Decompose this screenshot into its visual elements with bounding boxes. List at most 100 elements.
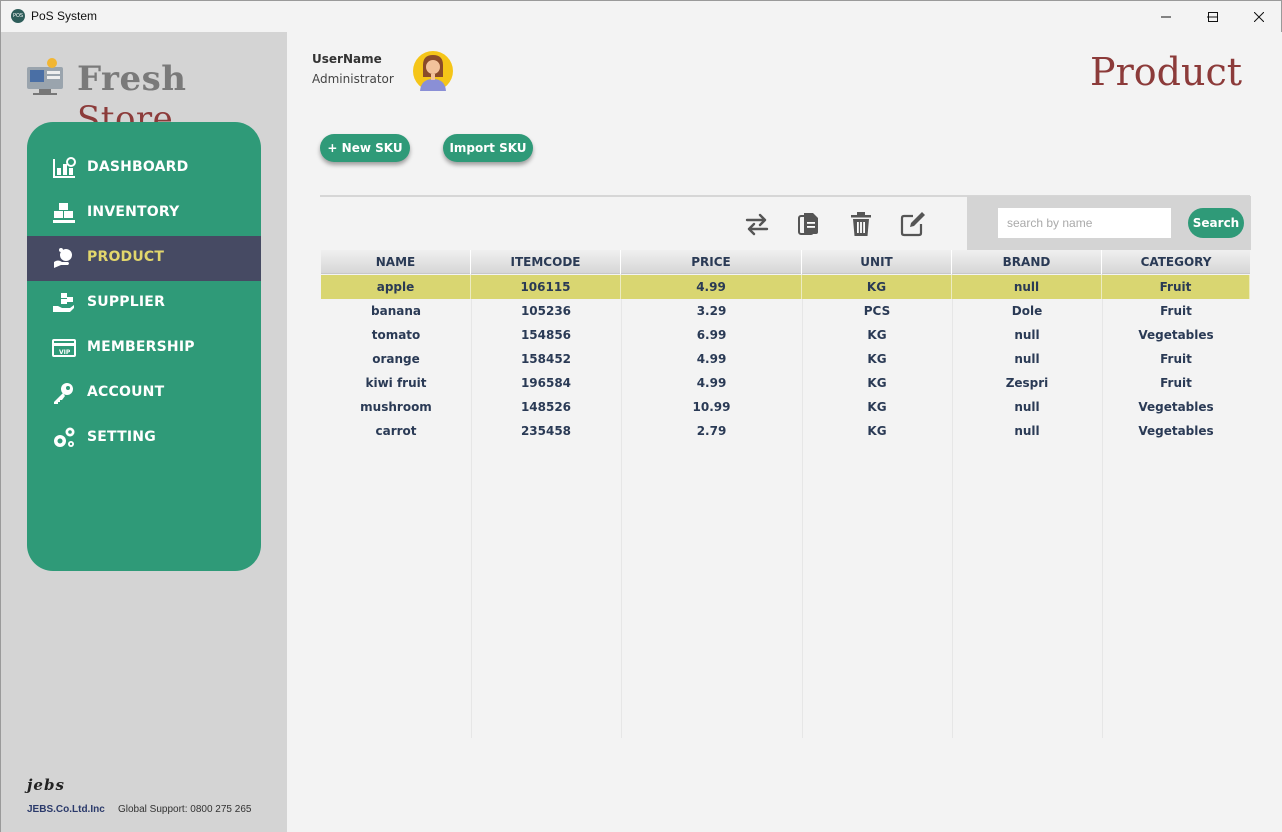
cell-price: 4.99 [696, 376, 727, 390]
user-name-label: UserName [312, 52, 382, 66]
cell-name: tomato [371, 328, 421, 342]
dashboard-icon [53, 157, 76, 178]
cell-itemcode: 105236 [520, 304, 572, 318]
gears-icon [54, 427, 75, 447]
transfer-icon[interactable] [743, 210, 771, 238]
product-hand-icon [54, 248, 72, 268]
footer-logo: jebs [27, 776, 65, 794]
nav-item-dashboard[interactable]: DASHBOARD [27, 146, 261, 191]
column-header-category[interactable]: CATEGORY [1102, 250, 1250, 274]
table-row[interactable]: banana 105236 3.29 PCS Dole Fruit [321, 299, 1250, 323]
cell-name: banana [371, 304, 421, 318]
footer-company: JEBS.Co.Ltd.Inc [27, 804, 105, 815]
table-row[interactable]: orange 158452 4.99 KG null Fruit [321, 347, 1250, 371]
table-header: NAME ITEMCODE PRICE UNIT BRAND CATEGORY [321, 250, 1250, 274]
cell-category: Vegetables [1138, 400, 1214, 414]
cell-name: apple [321, 275, 471, 299]
product-table: NAME ITEMCODE PRICE UNIT BRAND CATEGORY … [321, 250, 1250, 738]
cell-unit: KG [802, 275, 952, 299]
cell-unit: PCS [863, 304, 891, 318]
vip-card-icon: VIP [52, 339, 76, 357]
minimize-button-2[interactable] [1143, 1, 1189, 32]
nav-item-membership[interactable]: VIP MEMBERSHIP [27, 326, 261, 371]
cell-name: carrot [375, 424, 417, 438]
nav-item-supplier[interactable]: SUPPLIER [27, 281, 261, 326]
column-header-price[interactable]: PRICE [621, 250, 802, 274]
nav-label-dashboard: DASHBOARD [87, 159, 189, 175]
nav-label-account: ACCOUNT [87, 384, 165, 400]
title-bar: POS PoS System [1, 1, 1281, 32]
cell-unit: KG [867, 376, 887, 390]
maximize-button-2[interactable] [1190, 1, 1236, 32]
key-icon [54, 383, 73, 404]
cell-unit: KG [867, 400, 887, 414]
cell-itemcode: 235458 [520, 424, 572, 438]
user-role: Administrator [312, 72, 394, 86]
edit-icon[interactable] [899, 210, 927, 238]
cell-brand: null [1014, 400, 1040, 414]
svg-text:VIP: VIP [59, 349, 71, 356]
delete-icon[interactable] [847, 210, 875, 238]
close-button[interactable] [1236, 1, 1282, 32]
cell-category: Fruit [1160, 352, 1192, 366]
cell-category: Vegetables [1138, 424, 1214, 438]
cell-itemcode: 154856 [520, 328, 572, 342]
column-header-unit[interactable]: UNIT [802, 250, 952, 274]
import-sku-button[interactable]: Import SKU [443, 134, 533, 162]
avatar[interactable] [413, 51, 453, 91]
cell-category: Fruit [1102, 275, 1250, 299]
pos-terminal-icon [27, 58, 63, 95]
sidebar: Fresh Store DASHBOARD INVENTORY PRODUCT … [1, 32, 287, 832]
cell-itemcode: 196584 [520, 376, 572, 390]
search-panel: Search [967, 196, 1251, 250]
column-header-brand[interactable]: BRAND [952, 250, 1102, 274]
table-row[interactable]: mushroom 148526 10.99 KG null Vegetables [321, 395, 1250, 419]
table-row[interactable]: kiwi fruit 196584 4.99 KG Zespri Fruit [321, 371, 1250, 395]
main-content: UserName Administrator Product + New SKU… [287, 32, 1282, 832]
table-row[interactable]: carrot 235458 2.79 KG null Vegetables [321, 419, 1250, 443]
maximize-icon [1208, 11, 1218, 22]
cell-brand: null [952, 275, 1102, 299]
cell-unit: KG [867, 424, 887, 438]
nav-label-supplier: SUPPLIER [87, 294, 166, 310]
nav-item-product[interactable]: PRODUCT [27, 236, 261, 281]
close-icon [1254, 11, 1264, 22]
cell-category: Fruit [1160, 376, 1192, 390]
cell-category: Fruit [1160, 304, 1192, 318]
page-title: Product [1090, 50, 1242, 94]
table-row[interactable]: tomato 154856 6.99 KG null Vegetables [321, 323, 1250, 347]
cell-price: 4.99 [621, 275, 802, 299]
nav-label-membership: MEMBERSHIP [87, 339, 195, 355]
cell-brand: null [1014, 328, 1040, 342]
cell-itemcode: 148526 [520, 400, 572, 414]
cell-brand: Zespri [1005, 376, 1049, 390]
nav-item-setting[interactable]: SETTING [27, 416, 261, 461]
nav-label-inventory: INVENTORY [87, 204, 180, 220]
cell-itemcode: 158452 [520, 352, 572, 366]
supplier-icon [53, 293, 74, 312]
footer-support: Global Support: 0800 275 265 [118, 804, 252, 815]
boxes-icon [53, 203, 75, 223]
cell-price: 6.99 [696, 328, 727, 342]
nav-item-account[interactable]: ACCOUNT [27, 371, 261, 416]
pos-app-icon: POS [11, 9, 25, 23]
cell-itemcode: 106115 [471, 275, 621, 299]
cell-category: Vegetables [1138, 328, 1214, 342]
cell-brand: Dole [1011, 304, 1043, 318]
cell-name: orange [372, 352, 420, 366]
minimize-icon-2 [1161, 16, 1171, 17]
nav-item-inventory[interactable]: INVENTORY [27, 191, 261, 236]
new-sku-button[interactable]: + New SKU [320, 134, 410, 162]
column-header-itemcode[interactable]: ITEMCODE [471, 250, 621, 274]
nav-menu: DASHBOARD INVENTORY PRODUCT SUPPLIER VIP… [27, 122, 261, 571]
cell-unit: KG [867, 328, 887, 342]
app-window: POS PoS System Fresh Store DASHBOARD INV… [0, 0, 1282, 832]
cell-name: kiwi fruit [365, 376, 427, 390]
column-header-name[interactable]: NAME [321, 250, 471, 274]
copy-icon[interactable] [795, 210, 823, 238]
nav-label-product: PRODUCT [87, 249, 165, 265]
search-button[interactable]: Search [1188, 208, 1244, 238]
table-row[interactable]: apple 106115 4.99 KG null Fruit [321, 275, 1250, 299]
cell-unit: KG [867, 352, 887, 366]
search-input[interactable] [998, 208, 1171, 238]
